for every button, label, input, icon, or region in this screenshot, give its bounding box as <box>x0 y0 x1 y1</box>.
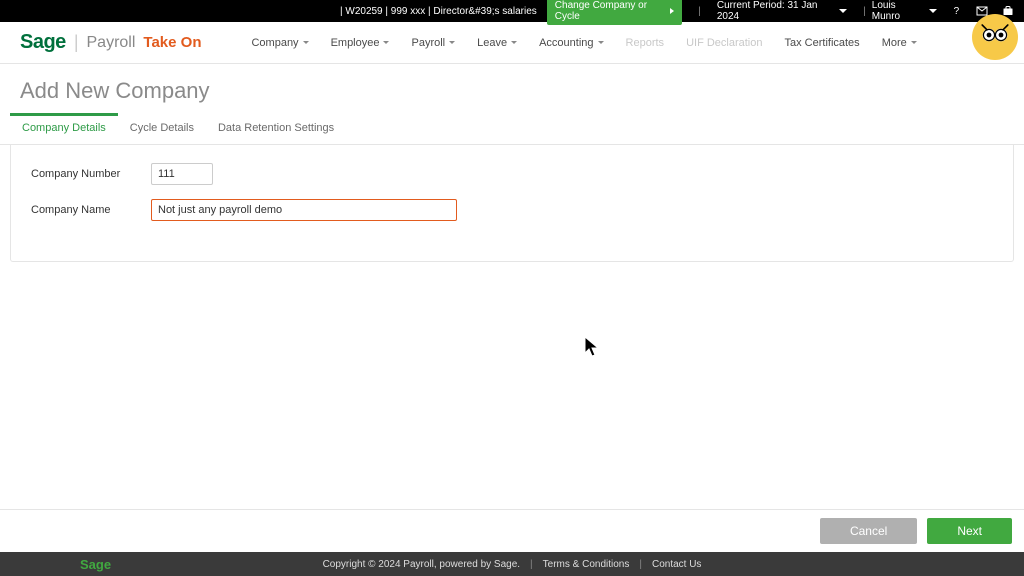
change-company-button[interactable]: Change Company or Cycle <box>547 0 682 25</box>
owl-mascot-icon[interactable] <box>972 14 1018 60</box>
caret-down-icon <box>383 41 389 44</box>
footer-contact-link[interactable]: Contact Us <box>652 559 701 570</box>
takeon-logo: Take On <box>143 34 201 51</box>
caret-down-icon <box>598 41 604 44</box>
separator: | <box>639 559 642 570</box>
company-number-input[interactable] <box>151 163 213 185</box>
nav-uif: UIF Declaration <box>686 37 762 49</box>
separator: | <box>530 559 533 570</box>
tab-company-details[interactable]: Company Details <box>10 114 118 144</box>
sage-logo: Sage <box>20 31 66 54</box>
tab-cycle-details[interactable]: Cycle Details <box>118 114 206 144</box>
nav-tax[interactable]: Tax Certificates <box>784 37 859 49</box>
nav-leave[interactable]: Leave <box>477 37 517 49</box>
top-bar: | W20259 | 999 xxx | Director&#39;s sala… <box>0 0 1024 22</box>
row-company-number: Company Number <box>31 163 993 185</box>
tab-data-retention[interactable]: Data Retention Settings <box>206 114 346 144</box>
nav-more[interactable]: More <box>882 37 917 49</box>
action-bar: Cancel Next <box>0 509 1024 552</box>
cancel-button[interactable]: Cancel <box>820 518 917 544</box>
nav-employee[interactable]: Employee <box>331 37 390 49</box>
caret-down-icon <box>511 41 517 44</box>
caret-down-icon <box>303 41 309 44</box>
tabs: Company Details Cycle Details Data Reten… <box>0 114 1024 145</box>
header-nav: Sage | Payroll Take On Company Employee … <box>0 22 1024 64</box>
company-number-label: Company Number <box>31 168 151 180</box>
change-company-label: Change Company or Cycle <box>555 0 666 22</box>
footer-terms-link[interactable]: Terms & Conditions <box>543 559 630 570</box>
next-button[interactable]: Next <box>927 518 1012 544</box>
separator: | <box>698 6 701 17</box>
payroll-logo: Payroll <box>87 34 136 52</box>
company-name-input[interactable] <box>151 199 457 221</box>
footer: Sage Copyright © 2024 Payroll, powered b… <box>0 552 1024 576</box>
caret-down-icon <box>929 9 937 13</box>
caret-down-icon <box>839 9 847 13</box>
footer-copyright: Copyright © 2024 Payroll, powered by Sag… <box>323 559 520 570</box>
form-panel: Company Number Company Name <box>10 145 1014 262</box>
user-name: Louis Munro <box>872 0 923 22</box>
footer-sage-logo: Sage <box>80 557 111 572</box>
help-icon[interactable]: ? <box>951 5 962 17</box>
caret-down-icon <box>911 41 917 44</box>
logo-block: Sage | Payroll Take On <box>20 31 201 54</box>
main-nav: Company Employee Payroll Leave Accountin… <box>251 37 916 49</box>
caret-down-icon <box>449 41 455 44</box>
nav-accounting[interactable]: Accounting <box>539 37 603 49</box>
separator: | <box>863 6 866 17</box>
page-title: Add New Company <box>0 64 1024 114</box>
current-period-label: Current Period: 31 Jan 2024 <box>717 0 833 22</box>
logo-divider: | <box>74 32 79 53</box>
context-breadcrumb: | W20259 | 999 xxx | Director&#39;s sala… <box>340 6 537 17</box>
cursor-icon <box>584 336 602 363</box>
nav-reports: Reports <box>626 37 665 49</box>
row-company-name: Company Name <box>31 199 993 221</box>
company-name-label: Company Name <box>31 204 151 216</box>
current-period-dropdown[interactable]: Current Period: 31 Jan 2024 <box>717 0 847 22</box>
nav-payroll[interactable]: Payroll <box>411 37 455 49</box>
user-menu[interactable]: Louis Munro <box>872 0 937 22</box>
caret-right-icon <box>670 8 674 14</box>
nav-company[interactable]: Company <box>251 37 308 49</box>
